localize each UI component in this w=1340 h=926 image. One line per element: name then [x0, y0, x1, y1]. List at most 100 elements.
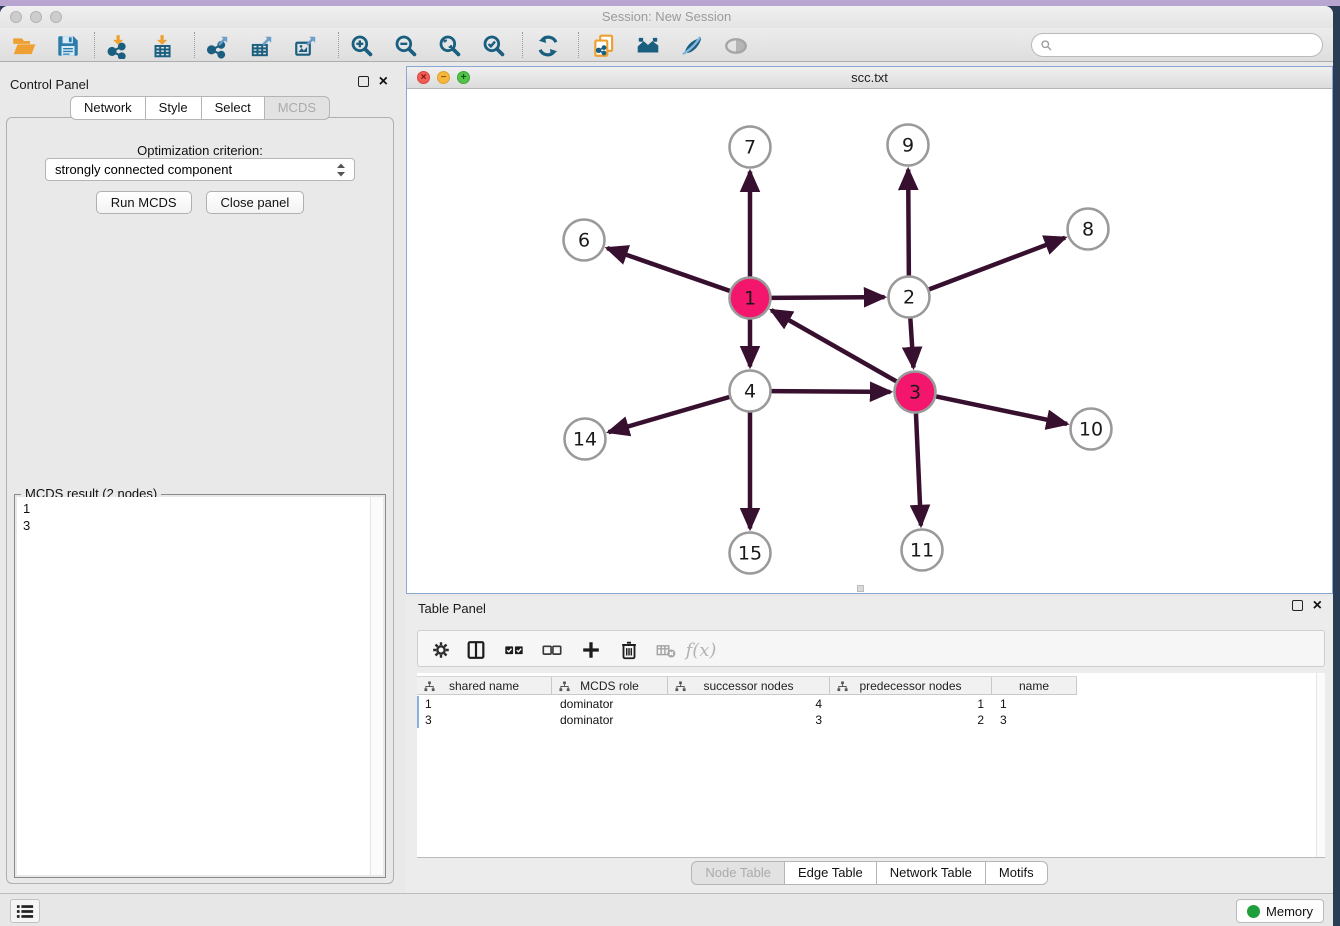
network-title: scc.txt: [407, 70, 1332, 85]
refresh-layout-icon[interactable]: [534, 32, 561, 59]
open-session-icon[interactable]: [10, 32, 37, 59]
search-input[interactable]: [1053, 38, 1322, 53]
svg-text:1: 1: [744, 288, 756, 310]
graph-edge-1-2[interactable]: [771, 297, 884, 298]
graph-node-4[interactable]: 4: [730, 371, 771, 412]
table-settings-icon[interactable]: [428, 637, 454, 663]
result-line: 1: [23, 500, 377, 517]
graph-node-15[interactable]: 15: [730, 533, 771, 574]
graph-node-9[interactable]: 9: [888, 125, 929, 166]
svg-text:6: 6: [578, 230, 590, 252]
zoom-in-icon[interactable]: [348, 32, 375, 59]
export-image-icon[interactable]: [292, 32, 319, 59]
task-history-button[interactable]: [10, 899, 40, 923]
tab-style[interactable]: Style: [146, 96, 202, 120]
network-canvas[interactable]: 7 9 6 8 1 2 4 3 14 10 15 11: [407, 89, 1332, 593]
zoom-selected-icon[interactable]: [480, 32, 507, 59]
tab-node-table[interactable]: Node Table: [691, 861, 785, 885]
list-icon: [16, 904, 34, 919]
graph-node-7[interactable]: 7: [730, 127, 771, 168]
deselect-all-icon[interactable]: [539, 637, 565, 663]
mcds-result-text[interactable]: 13: [17, 497, 383, 875]
graph-edge-4-14[interactable]: [609, 397, 730, 432]
graph-edge-4-3[interactable]: [771, 391, 890, 392]
float-table-panel-icon[interactable]: [1292, 600, 1303, 611]
graph-node-1[interactable]: 1: [730, 278, 771, 319]
column-header-predecessor-nodes[interactable]: predecessor nodes: [830, 677, 992, 694]
status-bar: Memory: [0, 893, 1333, 926]
svg-text:3: 3: [909, 382, 921, 404]
graph-edge-2-9[interactable]: [908, 169, 909, 275]
export-network-icon[interactable]: [204, 32, 231, 59]
column-header-shared-name[interactable]: shared name: [417, 677, 552, 694]
graph-edge-2-8[interactable]: [929, 238, 1065, 290]
close-table-panel-icon[interactable]: ×: [1313, 600, 1322, 611]
column-header-name[interactable]: name: [992, 677, 1077, 694]
delete-columns-icon[interactable]: [616, 637, 642, 663]
optimization-criterion-select[interactable]: strongly connected component: [45, 158, 355, 181]
graph-node-11[interactable]: 11: [902, 530, 943, 571]
memory-label: Memory: [1266, 904, 1313, 919]
cell-successor-nodes[interactable]: 4: [668, 696, 830, 712]
toolbar-separator: [338, 32, 339, 58]
duplicate-network-icon[interactable]: [590, 32, 617, 59]
tab-mcds[interactable]: MCDS: [265, 96, 330, 120]
import-network-icon[interactable]: [104, 32, 131, 59]
float-panel-icon[interactable]: [358, 76, 369, 87]
graph-node-2[interactable]: 2: [889, 277, 930, 318]
graph-edge-3-1[interactable]: [771, 310, 896, 381]
graph-edge-1-6[interactable]: [607, 248, 730, 291]
tab-edge-table[interactable]: Edge Table: [785, 861, 877, 885]
cell-MCDS-role[interactable]: dominator: [552, 712, 668, 728]
graph-edge-3-11[interactable]: [916, 413, 921, 525]
tab-select[interactable]: Select: [202, 96, 265, 120]
canvas-resize-handle[interactable]: [857, 585, 864, 592]
toolbar-separator: [194, 32, 195, 58]
result-scrollbar[interactable]: [370, 497, 383, 875]
cell-MCDS-role[interactable]: dominator: [552, 696, 668, 712]
toggle-graphics-details-icon[interactable]: [678, 32, 705, 59]
import-table-icon[interactable]: [148, 32, 175, 59]
memory-button[interactable]: Memory: [1236, 899, 1324, 923]
birds-eye-view-icon[interactable]: [722, 32, 749, 59]
graph-edge-2-3[interactable]: [910, 318, 913, 367]
cell-name[interactable]: 1: [992, 696, 1077, 712]
tab-network-table[interactable]: Network Table: [877, 861, 986, 885]
column-header-successor-nodes[interactable]: successor nodes: [668, 677, 830, 694]
cell-shared-name[interactable]: 3: [417, 712, 552, 728]
close-panel-button[interactable]: Close panel: [206, 191, 305, 214]
graph-node-10[interactable]: 10: [1071, 409, 1112, 450]
home-view-icon[interactable]: [634, 32, 661, 59]
search-box[interactable]: [1031, 33, 1323, 57]
close-panel-icon[interactable]: ×: [379, 76, 388, 87]
graph-node-8[interactable]: 8: [1068, 209, 1109, 250]
cell-successor-nodes[interactable]: 3: [668, 712, 830, 728]
tab-network[interactable]: Network: [70, 96, 146, 120]
cell-predecessor-nodes[interactable]: 2: [830, 712, 992, 728]
table-row[interactable]: 3dominator323: [417, 712, 1077, 728]
svg-text:15: 15: [738, 543, 762, 565]
svg-text:9: 9: [902, 135, 914, 157]
run-mcds-button[interactable]: Run MCDS: [96, 191, 192, 214]
graph-node-3[interactable]: 3: [895, 372, 936, 413]
graph-node-14[interactable]: 14: [565, 419, 606, 460]
table-scrollbar[interactable]: [1316, 673, 1325, 857]
export-table-icon[interactable]: [248, 32, 275, 59]
tab-motifs[interactable]: Motifs: [986, 861, 1048, 885]
cell-name[interactable]: 3: [992, 712, 1077, 728]
zoom-fit-icon[interactable]: [436, 32, 463, 59]
column-header-MCDS-role[interactable]: MCDS role: [552, 677, 668, 694]
delete-table-icon: [653, 637, 679, 663]
graph-node-6[interactable]: 6: [564, 220, 605, 261]
zoom-out-icon[interactable]: [392, 32, 419, 59]
node-table: shared nameMCDS rolesuccessor nodesprede…: [417, 673, 1325, 858]
cell-shared-name[interactable]: 1: [417, 696, 552, 712]
save-session-icon[interactable]: [54, 32, 81, 59]
table-row[interactable]: 1dominator411: [417, 696, 1077, 712]
split-panel-icon[interactable]: [463, 637, 489, 663]
cell-predecessor-nodes[interactable]: 1: [830, 696, 992, 712]
select-all-icon[interactable]: [501, 637, 527, 663]
table-panel-title: Table Panel: [418, 601, 486, 616]
graph-edge-3-10[interactable]: [936, 396, 1067, 424]
add-column-icon[interactable]: [578, 637, 604, 663]
